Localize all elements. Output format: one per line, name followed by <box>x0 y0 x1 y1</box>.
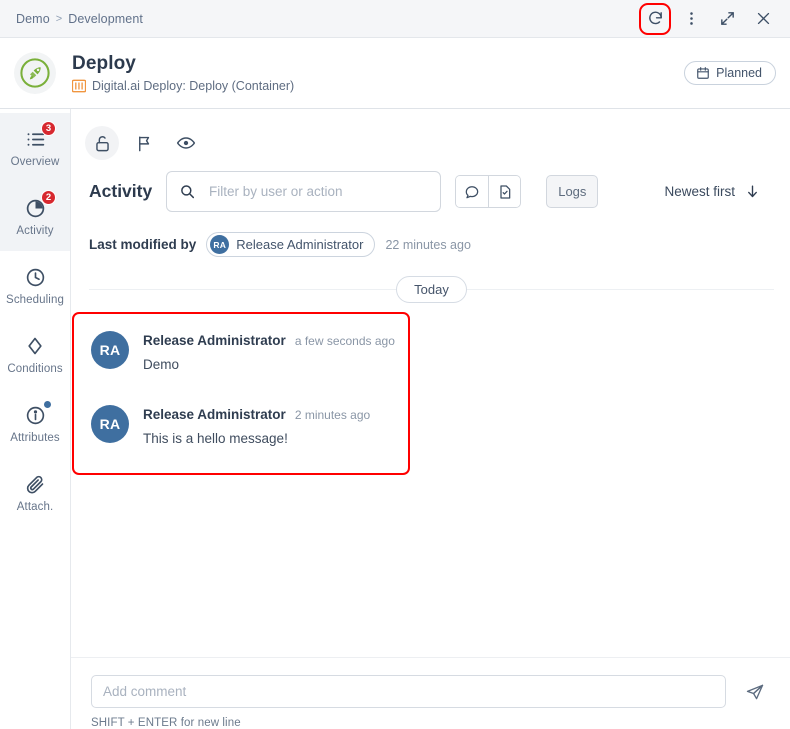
comment-time: 2 minutes ago <box>294 408 371 422</box>
title-block: Deploy Digital.ai Deploy: Deploy (Contai… <box>72 53 294 93</box>
last-modified-user-name: Release Administrator <box>236 237 364 252</box>
avatar: RA <box>210 235 230 254</box>
last-modified-row: Last modified by RA Release Administrato… <box>71 212 790 257</box>
sidebar-item-overview[interactable]: 3 Overview <box>0 113 70 182</box>
refresh-button[interactable] <box>638 2 672 36</box>
watch-button[interactable] <box>169 126 203 160</box>
app-logo <box>14 52 56 94</box>
digitalai-bars-icon <box>72 79 86 93</box>
sidebar-label-activity: Activity <box>16 225 54 237</box>
sidebar: 3 Overview 2 Activity Scheduling Conditi… <box>0 109 71 729</box>
comment-body: Release Administrator a few seconds ago … <box>143 331 395 372</box>
item-action-toolbar <box>71 109 790 165</box>
date-divider: Today <box>89 274 774 304</box>
pie-icon: 2 <box>22 190 56 220</box>
comment-composer: SHIFT + ENTER for new line <box>71 657 790 729</box>
activity-heading: Activity <box>89 181 153 201</box>
lock-button[interactable] <box>85 126 119 160</box>
sort-control[interactable]: Newest first <box>664 183 776 200</box>
add-comment-input[interactable] <box>91 675 726 708</box>
breadcrumb-bar: Demo > Development <box>0 0 790 38</box>
subtitle-row: Digital.ai Deploy: Deploy (Container) <box>72 79 294 93</box>
activity-filter-group <box>455 175 522 208</box>
comment-text: Demo <box>143 357 180 372</box>
search-icon <box>181 185 195 199</box>
body: 3 Overview 2 Activity Scheduling Conditi… <box>0 108 790 729</box>
breadcrumb-separator: > <box>55 12 63 25</box>
sidebar-item-activity[interactable]: 2 Activity <box>0 182 70 251</box>
avatar: RA <box>91 405 129 443</box>
close-button[interactable] <box>746 2 780 36</box>
info-icon <box>22 400 52 427</box>
composer-hint: SHIFT + ENTER for new line <box>91 717 241 729</box>
sidebar-label-conditions: Conditions <box>7 363 63 375</box>
last-modified-label: Last modified by <box>89 237 197 252</box>
calendar-icon <box>697 67 709 79</box>
logs-button[interactable]: Logs <box>546 175 599 208</box>
sidebar-label-scheduling: Scheduling <box>6 294 64 306</box>
sidebar-badge-overview: 3 <box>41 121 56 136</box>
paperclip-icon <box>22 472 48 496</box>
list-icon: 3 <box>22 121 56 151</box>
last-modified-time: 22 minutes ago <box>385 237 471 252</box>
activity-search[interactable] <box>166 171 442 212</box>
breadcrumb-item-demo[interactable]: Demo <box>16 12 50 26</box>
sidebar-label-overview: Overview <box>10 156 60 168</box>
comment-time: a few seconds ago <box>294 334 395 348</box>
search-input[interactable] <box>208 184 429 199</box>
sidebar-item-scheduling[interactable]: Scheduling <box>0 251 70 320</box>
date-divider-label[interactable]: Today <box>396 275 467 303</box>
comments-filter-button[interactable] <box>456 176 489 207</box>
send-icon <box>746 684 764 699</box>
eye-icon <box>176 137 196 149</box>
page-subtitle: Digital.ai Deploy: Deploy (Container) <box>92 78 295 93</box>
list-item[interactable]: RA Release Administrator a few seconds a… <box>91 324 774 379</box>
comment-author: Release Administrator <box>143 333 286 348</box>
comment-bubble-icon <box>465 185 479 198</box>
sidebar-item-conditions[interactable]: Conditions <box>0 320 70 389</box>
expand-button[interactable] <box>710 2 744 36</box>
list-item[interactable]: RA Release Administrator 2 minutes ago T… <box>91 398 774 453</box>
refresh-icon <box>648 11 662 25</box>
comment-author: Release Administrator <box>143 407 286 422</box>
window-actions <box>638 2 780 36</box>
sidebar-label-attributes: Attributes <box>10 432 60 444</box>
sort-label: Newest first <box>664 184 735 199</box>
status-badge[interactable]: Planned <box>684 61 776 85</box>
comment-text: This is a hello message! <box>143 431 288 446</box>
comment-header: Release Administrator a few seconds ago <box>143 333 395 348</box>
arrow-down-icon <box>748 185 757 198</box>
send-comment-button[interactable] <box>740 677 770 707</box>
comment-body: Release Administrator 2 minutes ago This… <box>143 405 370 446</box>
tasks-filter-button[interactable] <box>488 176 521 207</box>
rocket-icon <box>20 58 50 88</box>
unlock-icon <box>95 135 109 151</box>
avatar: RA <box>91 331 129 369</box>
flag-icon <box>138 135 149 151</box>
breadcrumb-item-development[interactable]: Development <box>68 12 143 26</box>
document-check-icon <box>500 184 511 199</box>
comment-list: RA Release Administrator a few seconds a… <box>71 312 790 475</box>
comment-header: Release Administrator 2 minutes ago <box>143 407 370 422</box>
diamond-icon <box>22 334 48 358</box>
main-panel: Activity Logs <box>71 109 790 729</box>
sidebar-label-attachments: Attach. <box>16 501 54 513</box>
sidebar-badge-activity: 2 <box>41 190 56 205</box>
close-icon <box>757 12 769 25</box>
activity-toolbar: Activity Logs <box>71 165 790 212</box>
clock-icon <box>22 265 48 289</box>
page-title: Deploy <box>72 53 136 75</box>
sidebar-badge-attributes <box>43 400 52 409</box>
last-modified-user-chip[interactable]: RA Release Administrator <box>206 232 376 257</box>
page-header: Deploy Digital.ai Deploy: Deploy (Contai… <box>0 38 790 108</box>
sidebar-item-attachments[interactable]: Attach. <box>0 458 70 527</box>
sidebar-item-attributes[interactable]: Attributes <box>0 389 70 458</box>
flag-button[interactable] <box>127 126 161 160</box>
kebab-menu-icon <box>689 12 693 25</box>
composer-row <box>91 675 774 708</box>
expand-icon <box>720 12 734 25</box>
status-badge-label: Planned <box>716 66 762 80</box>
more-options-button[interactable] <box>674 2 708 36</box>
